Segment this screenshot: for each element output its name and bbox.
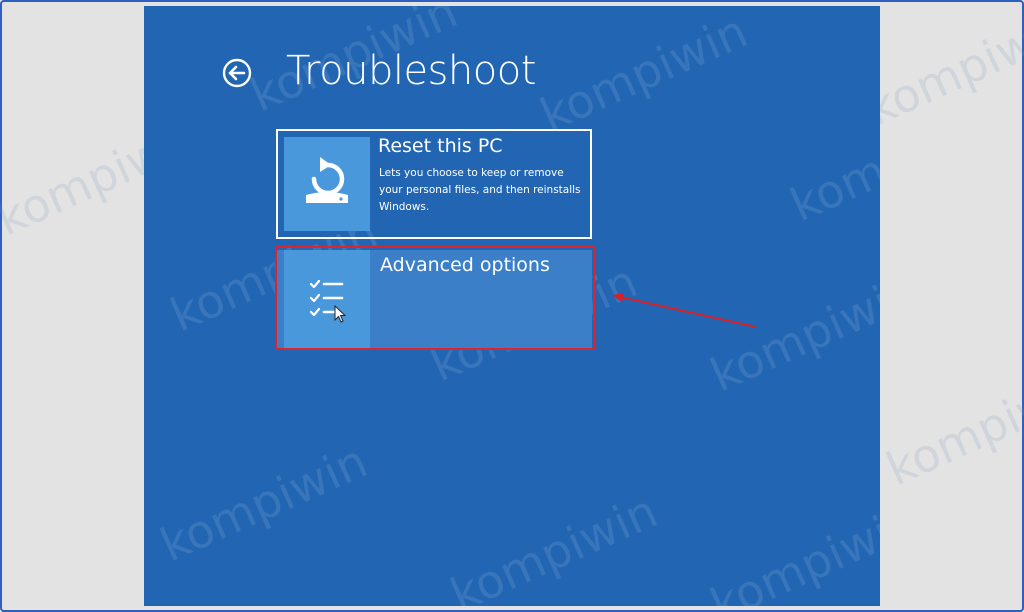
annotation-arrow	[612, 293, 757, 328]
watermark: kompiwin	[152, 433, 375, 573]
back-button[interactable]	[222, 58, 252, 88]
reset-this-pc-option[interactable]: Reset this PC Lets you choose to keep or…	[276, 129, 592, 239]
back-arrow-icon	[222, 58, 252, 88]
watermark: kompiwin	[532, 6, 755, 143]
watermark: kompiwin	[782, 93, 880, 233]
highlight-box	[275, 246, 595, 350]
reset-pc-icon	[306, 157, 348, 203]
option-tile	[284, 137, 370, 231]
watermark: kompiwin	[702, 493, 880, 606]
page-title: Troubleshoot	[286, 48, 536, 94]
option-title: Reset this PC	[378, 135, 503, 157]
option-description: Lets you choose to keep or remove your p…	[379, 167, 581, 213]
watermark: kompiwin	[442, 483, 665, 606]
